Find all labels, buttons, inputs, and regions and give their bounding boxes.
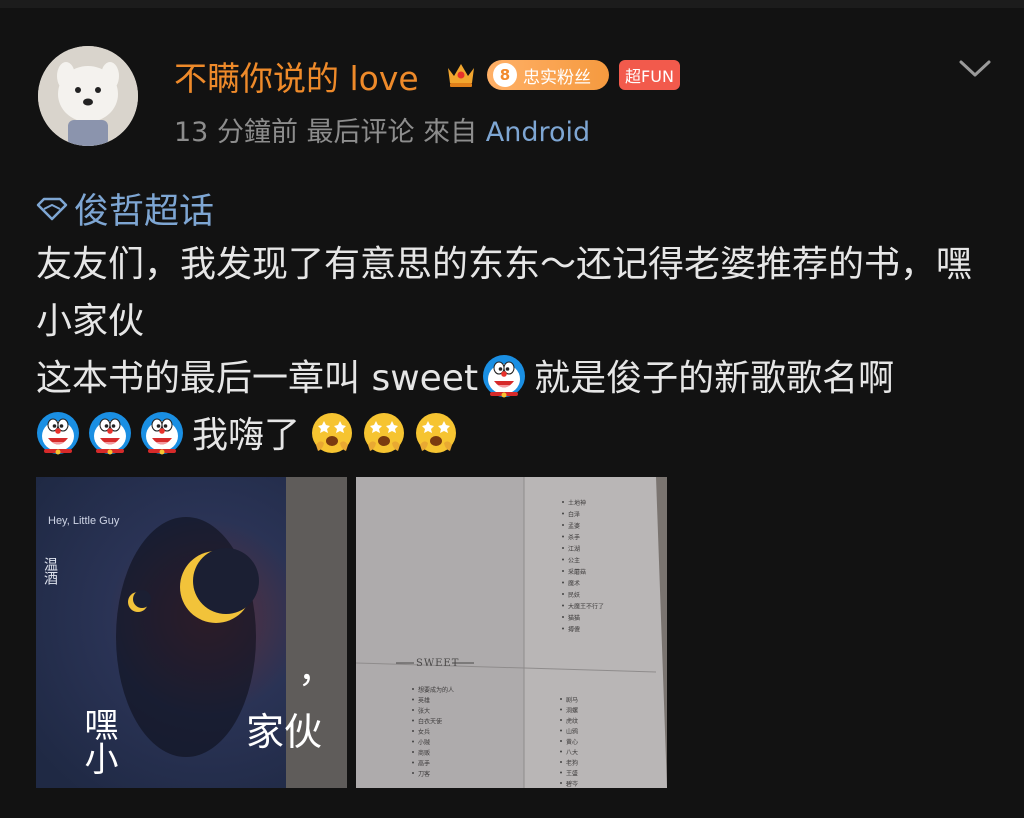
- contents-bullet: [560, 740, 562, 742]
- star-struck-emoji: [362, 411, 406, 455]
- source-prefix: 來自: [423, 117, 478, 148]
- status-bar-strip: [0, 0, 1024, 8]
- contents-bullet: [412, 772, 414, 774]
- contents-bullet: [412, 730, 414, 732]
- contents-item: 公主: [568, 557, 580, 565]
- contents-bullet: [562, 616, 564, 618]
- contents-item: 刀客: [418, 770, 430, 778]
- contents-item: 小贼: [418, 739, 430, 747]
- contents-item: 民妖: [568, 591, 580, 599]
- contents-bullet: [560, 750, 562, 753]
- contents-bullet: [412, 761, 414, 764]
- post-line-1: 友友们，我发现了有意思的东东～还记得老婆推荐的书，嘿小家伙: [36, 244, 973, 342]
- cover-title-right: 家伙: [246, 710, 322, 754]
- contents-bullet: [560, 729, 562, 732]
- topic-link[interactable]: 俊哲超话: [36, 183, 214, 234]
- contents-item: 商贩: [418, 749, 430, 757]
- contents-item: 白泽: [568, 511, 580, 519]
- username[interactable]: 不瞒你说的 love: [174, 52, 419, 100]
- doraemon-emoji: [36, 411, 80, 455]
- contents-bullet: [562, 570, 564, 572]
- post-status: 最后评论: [306, 117, 415, 148]
- post-meta: 13 分鐘前 最后评论 來自 Android: [174, 110, 590, 149]
- contents-bullet: [562, 581, 564, 584]
- post-line-3-text: 就是俊子的新歌歌名啊: [534, 358, 895, 399]
- contents-bullet: [412, 719, 414, 722]
- contents-item: 大魔王不行了: [568, 603, 604, 611]
- contents-bullet: [412, 740, 414, 743]
- contents-item: 魔术: [568, 580, 580, 588]
- contents-item: 黄心: [566, 738, 578, 746]
- fun-badge[interactable]: 超FUN: [619, 60, 680, 90]
- doraemon-emoji: [140, 411, 184, 455]
- cover-title-left: 嘿小: [78, 707, 118, 775]
- book-cover-photo[interactable]: Hey, Little Guy 温酒 ， 家伙 嘿小: [36, 477, 347, 788]
- contents-bullet: [562, 604, 564, 607]
- fan-badge[interactable]: 8 忠实粉丝: [487, 60, 609, 90]
- post-body: 友友们，我发现了有意思的东东～还记得老婆推荐的书，嘿小家伙 这本书的最后一章叫 …: [36, 236, 996, 464]
- contents-item: 搏傻: [568, 626, 580, 634]
- contents-item: 王盛: [566, 770, 578, 778]
- diamond-icon: [36, 197, 68, 220]
- post-line-4: 我嗨了: [36, 407, 996, 464]
- contents-bullet: [562, 558, 564, 561]
- contents-item: 猫猫: [568, 614, 580, 622]
- star-struck-emoji: [414, 411, 458, 455]
- contents-bullet: [562, 535, 564, 538]
- post-line-2: 这本书的最后一章叫 sweet 就是俊子的新歌歌名啊: [36, 350, 996, 407]
- contents-bullet: [560, 719, 562, 721]
- contents-item: 女兵: [418, 728, 430, 736]
- contents-bullet: [412, 688, 414, 690]
- contents-bullet: [412, 751, 414, 753]
- post-line-4-text: 我嗨了: [192, 415, 301, 456]
- cover-english-title: Hey, Little Guy: [48, 515, 120, 527]
- doraemon-emoji: [482, 354, 526, 398]
- contents-item: 孟婆: [568, 522, 580, 530]
- avatar[interactable]: [38, 46, 138, 146]
- chevron-down-icon[interactable]: [958, 58, 992, 80]
- cover-title-comma: ，: [298, 650, 334, 691]
- contents-item: 虎纹: [566, 717, 578, 725]
- contents-item: 老狗: [566, 759, 578, 767]
- fan-badge-label: 忠实粉丝: [523, 67, 591, 88]
- post-line-2-text: 这本书的最后一章叫 sweet: [36, 358, 479, 399]
- contents-item: 八大: [566, 749, 578, 757]
- contents-bullet: [562, 627, 564, 630]
- crown-icon: [448, 64, 474, 87]
- contents-item: 采蘑菇: [568, 568, 586, 576]
- contents-bullet: [412, 698, 414, 701]
- contents-item: 剧马: [566, 696, 578, 704]
- contents-bullet: [562, 512, 564, 515]
- contents-bullet: [560, 782, 562, 784]
- contents-item: 张大: [418, 707, 430, 715]
- contents-bullet: [562, 547, 564, 549]
- topic-label: 俊哲超话: [74, 192, 215, 232]
- contents-bullet: [562, 501, 564, 503]
- fan-level: 8: [493, 63, 517, 87]
- star-struck-emoji: [310, 411, 354, 455]
- contents-bullet: [562, 593, 564, 595]
- post-source[interactable]: Android: [486, 117, 590, 148]
- contents-item: 洞螺: [566, 707, 578, 715]
- contents-bullet: [560, 708, 562, 711]
- contents-bullet: [560, 771, 562, 774]
- post-time: 13 分鐘前: [174, 117, 298, 148]
- contents-bullet: [560, 761, 562, 763]
- contents-bullet: [560, 698, 562, 700]
- contents-item: 英雄: [418, 697, 430, 705]
- doraemon-emoji: [88, 411, 132, 455]
- book-contents-photo[interactable]: SWEET 土地神 白泽 孟婆 杀手 江湖 公主 采蘑菇 魔术 民妖 大魔王不行了 猫猫 搏傻 想要成…: [356, 477, 667, 788]
- contents-item: 高手: [418, 760, 430, 768]
- cover-author: 温酒: [42, 557, 58, 585]
- contents-item: 碧岑: [566, 780, 578, 788]
- contents-item: 杀手: [568, 534, 580, 542]
- contents-bullet: [412, 709, 414, 711]
- contents-bullet: [562, 524, 564, 526]
- contents-item: 白衣天使: [418, 718, 442, 726]
- contents-item: 土地神: [568, 499, 586, 507]
- contents-item: 江湖: [568, 545, 580, 553]
- contents-item: 山鸦: [566, 728, 578, 736]
- contents-item: 想要成为的人: [418, 686, 454, 694]
